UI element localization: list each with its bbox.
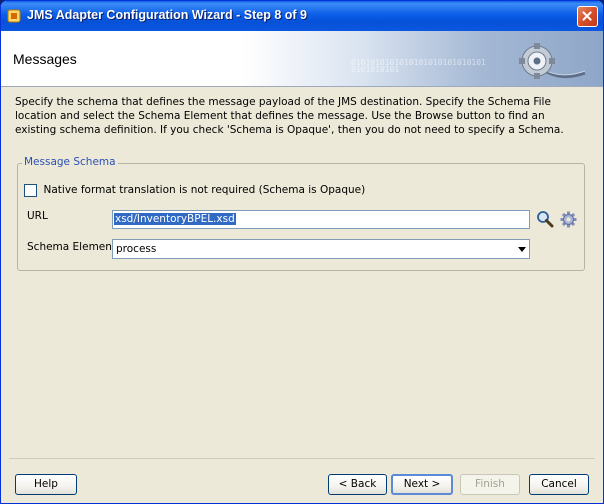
finish-button[interactable]: Finish — [460, 474, 520, 495]
search-icon[interactable] — [536, 210, 554, 228]
schema-element-select[interactable]: process — [112, 239, 530, 259]
page-title: Messages — [13, 51, 77, 67]
url-label: URL — [27, 210, 48, 222]
chevron-down-icon[interactable] — [518, 247, 526, 252]
message-schema-legend: Message Schema — [22, 156, 118, 168]
url-value: xsd/InventoryBPEL.xsd — [114, 213, 236, 225]
title-bar[interactable]: JMS Adapter Configuration Wizard - Step … — [1, 1, 603, 31]
opaque-schema-checkbox[interactable] — [24, 183, 37, 197]
wizard-window: JMS Adapter Configuration Wizard - Step … — [0, 0, 604, 504]
app-icon — [7, 9, 21, 23]
window-title: JMS Adapter Configuration Wizard - Step … — [27, 8, 307, 22]
opaque-schema-label: Native format translation is not require… — [43, 184, 366, 196]
gear-icon[interactable] — [560, 211, 577, 228]
schema-element-value: process — [116, 243, 157, 255]
close-button[interactable] — [577, 6, 598, 27]
gear-plug-graphic-icon — [519, 43, 586, 79]
step-description: Specify the schema that defines the mess… — [15, 96, 564, 136]
header-banner: Messages 0101010101010101010101010101 01… — [1, 31, 603, 87]
help-button[interactable]: Help — [15, 474, 77, 495]
next-button[interactable]: Next > — [391, 474, 453, 495]
schema-element-label: Schema Element — [27, 241, 117, 253]
banner-binary-text: 0101010101010101010101010101 0101010101 — [351, 58, 486, 74]
close-icon — [582, 11, 592, 21]
message-schema-group: Message Schema Native format translation… — [17, 156, 585, 271]
url-input[interactable]: xsd/InventoryBPEL.xsd — [112, 210, 530, 229]
opaque-schema-checkbox-row[interactable]: Native format translation is not require… — [24, 183, 365, 197]
cancel-button[interactable]: Cancel — [529, 474, 589, 495]
content-panel — [9, 89, 595, 459]
back-button[interactable]: < Back — [328, 474, 387, 495]
